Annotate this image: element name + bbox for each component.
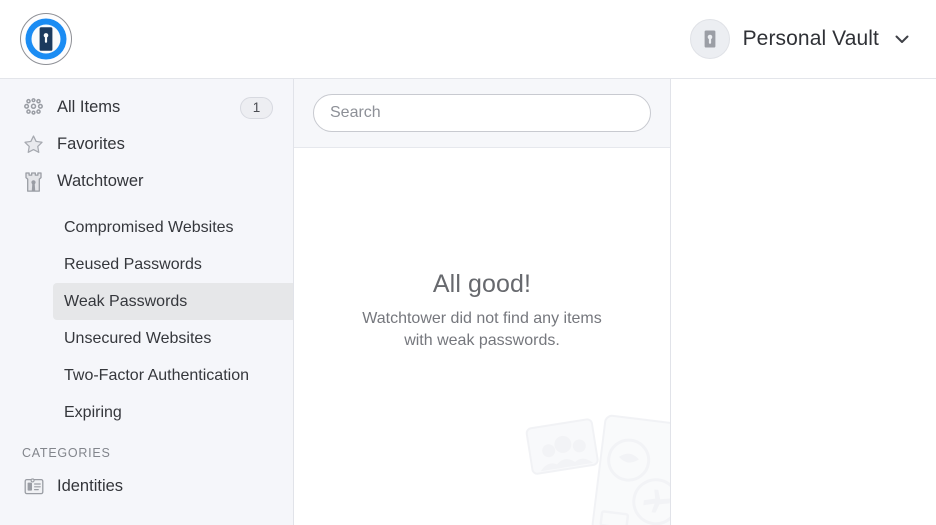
- app-header: Personal Vault: [0, 0, 936, 79]
- sidebar-subitem-label: Two-Factor Authentication: [64, 366, 249, 384]
- sidebar: All Items 1 Favorites Watchtower Comprom…: [0, 79, 294, 525]
- sidebar-item-label: Identities: [57, 477, 124, 495]
- sidebar-section-categories: CATEGORIES: [22, 446, 111, 460]
- vault-name-label: Personal Vault: [742, 27, 879, 50]
- empty-state-title: All good!: [432, 269, 532, 298]
- avatar: [689, 19, 730, 59]
- sidebar-subitem-label: Weak Passwords: [64, 292, 188, 310]
- grid-dots-icon: [21, 96, 46, 120]
- sidebar-subitem-label: Expiring: [64, 403, 122, 421]
- search-input[interactable]: [313, 94, 651, 132]
- sidebar-item-label: Watchtower: [57, 172, 144, 190]
- sidebar-item-label: Favorites: [57, 135, 125, 153]
- watchtower-castle-icon: [21, 170, 46, 194]
- app-window: Personal Vault All Items 1 Favorites Wat…: [0, 0, 936, 525]
- 1password-logo-icon: [20, 13, 72, 65]
- sidebar-item-expiring[interactable]: Expiring: [53, 394, 293, 431]
- sidebar-item-unsecured-websites[interactable]: Unsecured Websites: [53, 320, 293, 357]
- empty-state: All good! Watchtower did not find any it…: [294, 148, 670, 525]
- app-logo: [18, 11, 74, 67]
- sidebar-item-identities[interactable]: Identities: [0, 468, 293, 505]
- sidebar-item-two-factor-authentication[interactable]: Two-Factor Authentication: [53, 357, 293, 394]
- sidebar-subitem-label: Unsecured Websites: [64, 329, 212, 347]
- sidebar-subitem-label: Reused Passwords: [64, 255, 202, 273]
- empty-state-message: Watchtower did not find any items with w…: [362, 309, 602, 349]
- all-items-count-badge: 1: [240, 96, 273, 119]
- search-bar: [294, 79, 670, 148]
- item-list-panel: All good! Watchtower did not find any it…: [294, 79, 671, 525]
- sidebar-item-watchtower[interactable]: Watchtower: [0, 163, 293, 200]
- sidebar-item-compromised-websites[interactable]: Compromised Websites: [53, 209, 293, 246]
- app-body: All Items 1 Favorites Watchtower Comprom…: [0, 79, 936, 525]
- item-detail-panel: [671, 79, 936, 525]
- sidebar-item-all-items[interactable]: All Items 1: [0, 89, 293, 126]
- id-card-icon: [21, 475, 46, 499]
- vault-switcher-button[interactable]: Personal Vault: [689, 19, 914, 59]
- vault-keyhole-icon: [704, 30, 715, 48]
- star-icon: [21, 133, 46, 157]
- sidebar-item-favorites[interactable]: Favorites: [0, 126, 293, 163]
- sidebar-item-reused-passwords[interactable]: Reused Passwords: [53, 246, 293, 283]
- sidebar-item-weak-passwords[interactable]: Weak Passwords: [53, 283, 293, 320]
- chevron-down-icon[interactable]: [892, 29, 912, 49]
- sidebar-item-label: All Items: [57, 98, 121, 116]
- sidebar-subitem-label: Compromised Websites: [64, 218, 234, 236]
